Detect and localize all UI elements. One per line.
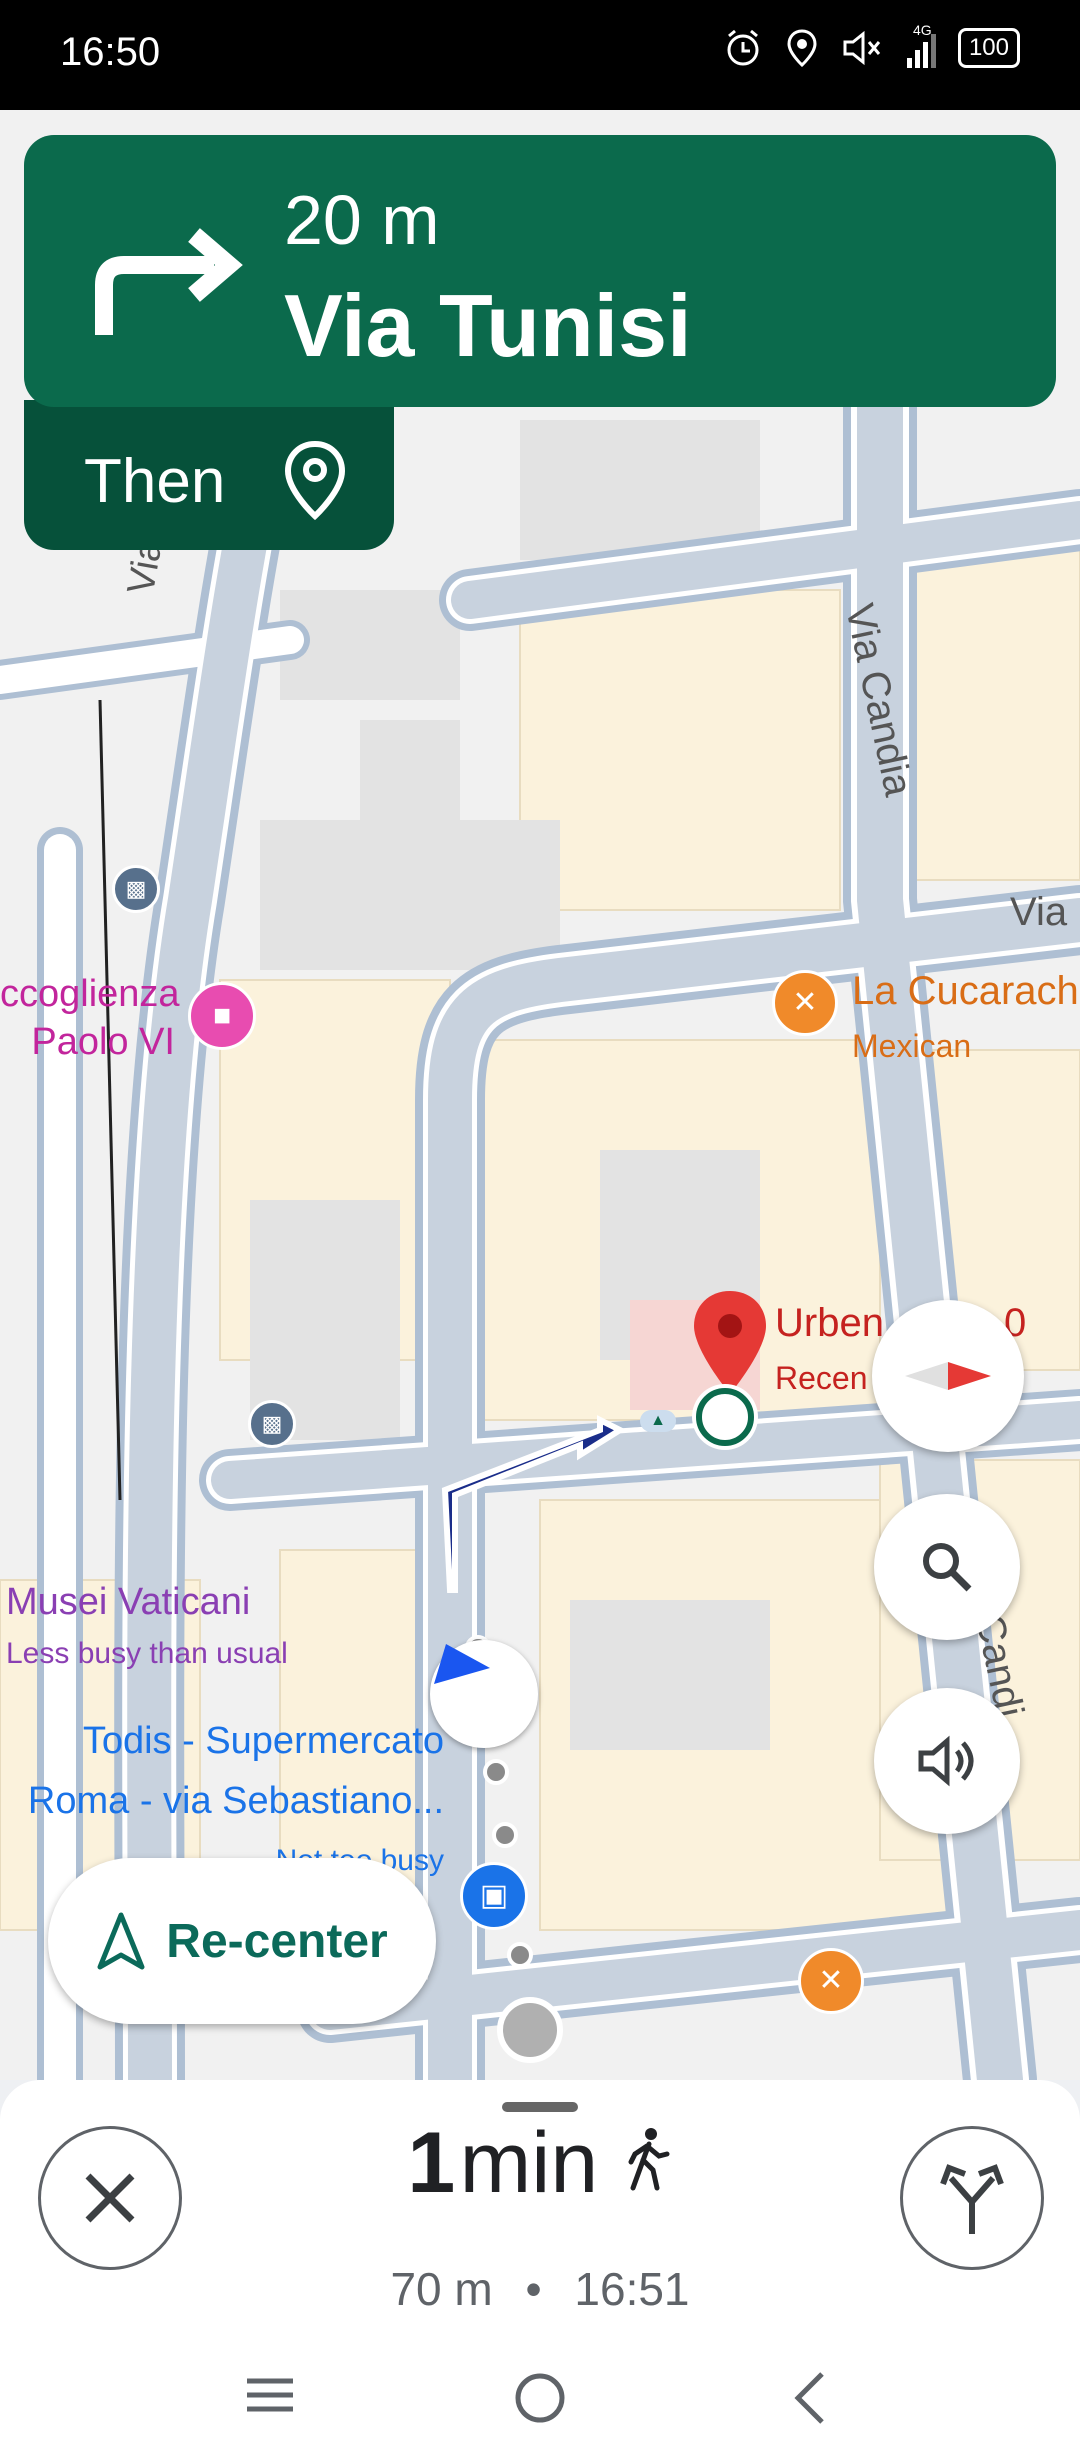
navigation-arrow-icon bbox=[434, 1644, 490, 1684]
place-hotel-label[interactable]: ccoglienza Paolo VI bbox=[0, 970, 180, 1066]
mute-icon bbox=[843, 30, 881, 66]
back-icon[interactable] bbox=[790, 2370, 830, 2426]
place-hotel-name: ccoglienza bbox=[0, 973, 180, 1015]
recenter-button[interactable]: Re-center bbox=[48, 1858, 436, 2024]
place-museum-name: Musei Vaticani bbox=[6, 1581, 251, 1623]
duration-unit: min bbox=[459, 2115, 599, 2211]
status-icons: 4G 100 bbox=[723, 22, 1020, 68]
turn-right-icon bbox=[95, 228, 243, 335]
compass-button[interactable] bbox=[872, 1300, 1024, 1452]
duration-value: 1 bbox=[407, 2115, 456, 2211]
menu-icon[interactable] bbox=[245, 2375, 295, 2415]
place-museum-sub: Less busy than usual bbox=[6, 1637, 288, 1670]
audio-button[interactable] bbox=[874, 1688, 1020, 1834]
bus-stop-icon[interactable]: ▩ bbox=[112, 865, 160, 913]
shopping-cart-icon[interactable]: ▣ bbox=[460, 1862, 528, 1930]
recenter-label: Re-center bbox=[166, 1914, 388, 1968]
trip-arrival: 16:51 bbox=[574, 2263, 690, 2315]
route-fork-icon bbox=[940, 2164, 1004, 2234]
trip-summary-sheet[interactable]: 1 min 70 m • 16:51 bbox=[0, 2080, 1080, 2330]
then-label: Then bbox=[84, 447, 226, 516]
place-restaurant-name: La Cucarach bbox=[852, 969, 1079, 1013]
hotel-icon[interactable]: ■ bbox=[188, 982, 256, 1050]
sheet-drag-handle[interactable] bbox=[502, 2102, 578, 2112]
place-museum-label[interactable]: Musei Vaticani Less busy than usual bbox=[6, 1580, 288, 1681]
place-restaurant-category: Mexican bbox=[852, 1028, 972, 1064]
compass-icon bbox=[905, 1362, 991, 1390]
search-button[interactable] bbox=[874, 1494, 1020, 1640]
trip-details: 70 m • 16:51 bbox=[0, 2262, 1080, 2316]
signal-icon: 4G bbox=[906, 22, 936, 68]
alarm-icon bbox=[727, 29, 759, 66]
system-nav-bar bbox=[0, 2330, 1080, 2460]
then-instruction[interactable]: Then bbox=[24, 400, 394, 550]
home-icon[interactable] bbox=[512, 2370, 568, 2426]
walking-icon bbox=[628, 2128, 670, 2191]
restaurant-icon[interactable]: ✕ bbox=[772, 970, 838, 1036]
destination-sub: Recen bbox=[775, 1360, 868, 1396]
search-icon bbox=[923, 1543, 972, 1592]
restaurant-icon[interactable]: ✕ bbox=[798, 1948, 864, 2014]
location-icon bbox=[787, 29, 817, 68]
turn-street-name: Via Tunisi bbox=[284, 276, 692, 375]
place-supermarket-name: Todis - Supermercato bbox=[82, 1720, 444, 1762]
current-location-marker bbox=[430, 1640, 538, 1748]
trip-distance: 70 m bbox=[390, 2263, 493, 2315]
street-label-via: Via bbox=[1010, 890, 1068, 934]
place-supermarket-name2: Roma - via Sebastiano... bbox=[27, 1780, 444, 1822]
turn-distance: 20 m bbox=[284, 181, 440, 259]
status-time: 16:50 bbox=[60, 30, 161, 74]
destination-marker bbox=[696, 1388, 754, 1446]
destination-name: Urben bbox=[775, 1301, 884, 1345]
place-restaurant-label[interactable]: La Cucarach Mexican bbox=[852, 968, 1079, 1076]
street-view-icon: ▲ bbox=[640, 1410, 676, 1432]
turn-instruction-banner[interactable]: 20 m Via Tunisi bbox=[24, 135, 1056, 407]
speaker-icon bbox=[918, 1735, 974, 1787]
destination-pin-icon[interactable] bbox=[690, 1288, 770, 1398]
place-hotel-name2: Paolo VI bbox=[31, 1021, 175, 1063]
bus-stop-icon[interactable]: ▩ bbox=[248, 1400, 296, 1448]
status-bar: 16:50 4G 100 bbox=[0, 0, 1080, 110]
alternate-routes-button[interactable] bbox=[900, 2126, 1044, 2270]
battery-indicator: 100 bbox=[957, 28, 1020, 68]
destination-pin-icon bbox=[284, 440, 346, 520]
navigation-arrow-icon bbox=[97, 1912, 145, 1970]
trip-separator: • bbox=[525, 2263, 542, 2315]
